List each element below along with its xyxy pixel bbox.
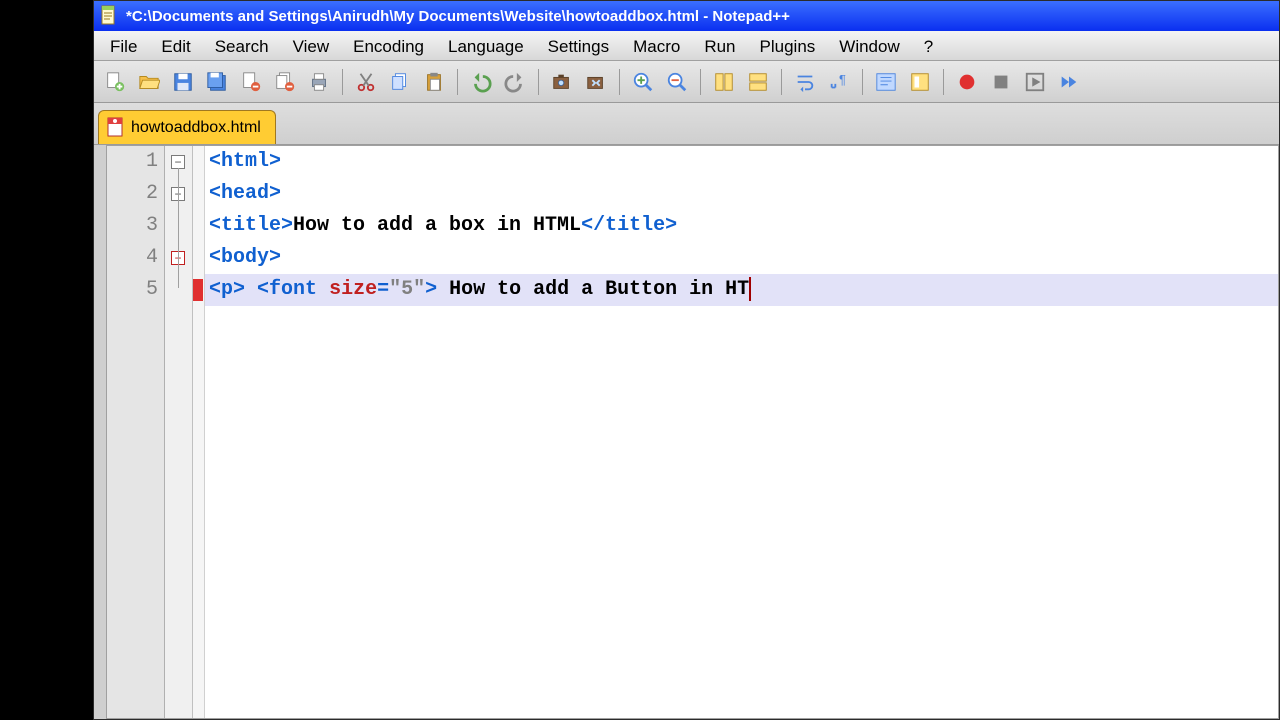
line-number: 2: [107, 178, 158, 210]
stop-macro-icon[interactable]: [986, 67, 1016, 97]
tab-label: howtoaddbox.html: [131, 119, 261, 137]
tab-file-active[interactable]: howtoaddbox.html: [98, 110, 276, 144]
zoom-in-icon[interactable]: [628, 67, 658, 97]
menubar: File Edit Search View Encoding Language …: [94, 31, 1279, 61]
new-file-icon[interactable]: [100, 67, 130, 97]
find-icon[interactable]: [547, 67, 577, 97]
app-icon: [100, 5, 118, 27]
code-line[interactable]: <p> <font size="5"> How to add a Button …: [205, 274, 1278, 306]
menu-plugins[interactable]: Plugins: [748, 31, 828, 60]
menu-search[interactable]: Search: [203, 31, 281, 60]
toolbar-separator: [619, 69, 620, 95]
fold-toggle-icon[interactable]: [171, 155, 185, 169]
line-number: 4: [107, 242, 158, 274]
redo-icon[interactable]: [500, 67, 530, 97]
toolbar-separator: [943, 69, 944, 95]
cut-icon[interactable]: [351, 67, 381, 97]
fast-macro-icon[interactable]: [1054, 67, 1084, 97]
menu-language[interactable]: Language: [436, 31, 536, 60]
menu-run[interactable]: Run: [692, 31, 747, 60]
menu-window[interactable]: Window: [827, 31, 911, 60]
print-icon[interactable]: [304, 67, 334, 97]
file-icon: [107, 117, 125, 139]
line-number-gutter: 12345: [107, 146, 165, 718]
toolbar: ¶: [94, 61, 1279, 103]
toolbar-separator: [342, 69, 343, 95]
tabstrip: howtoaddbox.html: [94, 103, 1279, 145]
zoom-out-icon[interactable]: [662, 67, 692, 97]
play-macro-icon[interactable]: [1020, 67, 1050, 97]
toolbar-separator: [700, 69, 701, 95]
code-area[interactable]: <html><head><title>How to add a box in H…: [205, 146, 1278, 718]
line-number: 1: [107, 146, 158, 178]
code-line[interactable]: <html>: [205, 146, 1278, 178]
fold-gutter[interactable]: [165, 146, 193, 718]
toolbar-separator: [781, 69, 782, 95]
open-file-icon[interactable]: [134, 67, 164, 97]
close-icon[interactable]: [236, 67, 266, 97]
menu-macro[interactable]: Macro: [621, 31, 692, 60]
toolbar-separator: [457, 69, 458, 95]
text-caret: [749, 277, 751, 301]
doc-map-icon[interactable]: [905, 67, 935, 97]
whitespace-icon[interactable]: ¶: [824, 67, 854, 97]
code-line[interactable]: <title>How to add a box in HTML</title>: [205, 210, 1278, 242]
menu-help[interactable]: ?: [912, 31, 945, 60]
menu-encoding[interactable]: Encoding: [341, 31, 436, 60]
paste-icon[interactable]: [419, 67, 449, 97]
toolbar-separator: [862, 69, 863, 95]
indent-guide-icon[interactable]: [871, 67, 901, 97]
replace-icon[interactable]: [581, 67, 611, 97]
toolbar-separator: [538, 69, 539, 95]
sync-v-icon[interactable]: [709, 67, 739, 97]
titlebar[interactable]: *C:\Documents and Settings\Anirudh\My Do…: [94, 1, 1279, 31]
line-number: 3: [107, 210, 158, 242]
svg-text:¶: ¶: [839, 71, 846, 86]
wrap-icon[interactable]: [790, 67, 820, 97]
editor[interactable]: 12345 <html><head><title>How to add a bo…: [106, 145, 1279, 719]
save-all-icon[interactable]: [202, 67, 232, 97]
save-icon[interactable]: [168, 67, 198, 97]
code-line[interactable]: <body>: [205, 242, 1278, 274]
code-line[interactable]: <head>: [205, 178, 1278, 210]
line-number: 5: [107, 274, 158, 306]
copy-icon[interactable]: [385, 67, 415, 97]
undo-icon[interactable]: [466, 67, 496, 97]
app-window: *C:\Documents and Settings\Anirudh\My Do…: [93, 0, 1280, 720]
close-all-icon[interactable]: [270, 67, 300, 97]
window-title: *C:\Documents and Settings\Anirudh\My Do…: [126, 8, 790, 25]
sync-h-icon[interactable]: [743, 67, 773, 97]
menu-settings[interactable]: Settings: [536, 31, 621, 60]
menu-file[interactable]: File: [98, 31, 149, 60]
bookmark-gutter: [193, 146, 205, 718]
bookmark-icon: [193, 279, 203, 301]
menu-view[interactable]: View: [281, 31, 342, 60]
record-macro-icon[interactable]: [952, 67, 982, 97]
menu-edit[interactable]: Edit: [149, 31, 202, 60]
